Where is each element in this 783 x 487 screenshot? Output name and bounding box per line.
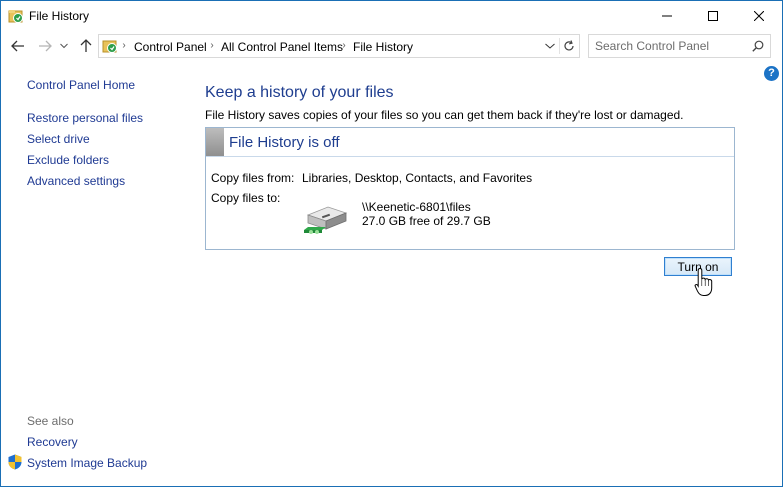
help-icon[interactable]: ?	[764, 66, 779, 81]
address-dropdown-button[interactable]	[543, 38, 557, 54]
forward-arrow-icon	[39, 40, 52, 52]
minimize-button[interactable]	[644, 1, 690, 31]
up-button[interactable]	[76, 36, 96, 56]
shield-icon	[8, 454, 22, 470]
select-drive-link[interactable]: Select drive	[27, 132, 90, 146]
main-content: Keep a history of your files File Histor…	[205, 61, 765, 486]
back-arrow-icon	[11, 40, 24, 52]
status-header: File History is off	[206, 128, 734, 157]
control-panel-home-link[interactable]: Control Panel Home	[27, 78, 135, 92]
status-panel: File History is off Copy files from: Lib…	[205, 127, 735, 250]
address-bar[interactable]: › Control Panel › All Control Panel Item…	[98, 34, 580, 58]
page-title: Keep a history of your files	[205, 84, 394, 101]
back-button[interactable]	[8, 36, 28, 56]
close-button[interactable]	[736, 1, 782, 31]
drive-space: 27.0 GB free of 29.7 GB	[362, 214, 491, 228]
restore-personal-files-link[interactable]: Restore personal files	[27, 111, 143, 125]
page-description: File History saves copies of your files …	[205, 108, 684, 122]
search-input[interactable]	[589, 35, 745, 57]
title-bar: File History	[1, 1, 782, 31]
up-arrow-icon	[80, 39, 92, 52]
advanced-settings-link[interactable]: Advanced settings	[27, 174, 125, 188]
forward-button[interactable]	[35, 36, 55, 56]
status-title: File History is off	[229, 134, 340, 151]
copy-to-label: Copy files to:	[211, 191, 281, 205]
search-box[interactable]	[588, 34, 771, 58]
breadcrumb-all-items[interactable]: All Control Panel Items	[221, 40, 343, 54]
navigation-bar: › Control Panel › All Control Panel Item…	[1, 31, 782, 61]
network-drive-icon	[304, 206, 348, 234]
copy-from-label: Copy files from:	[211, 171, 295, 185]
see-also-label: See also	[27, 414, 74, 428]
maximize-button[interactable]	[690, 1, 736, 31]
system-image-backup-link[interactable]: System Image Backup	[27, 456, 147, 470]
chevron-down-icon	[545, 43, 555, 49]
file-history-window: File History › Control Panel › All Contr…	[0, 0, 783, 487]
window-title: File History	[29, 9, 90, 23]
breadcrumb-separator-icon: ›	[342, 40, 346, 51]
breadcrumb-separator-icon: ›	[122, 40, 126, 51]
maximize-icon	[708, 11, 718, 21]
breadcrumb-control-panel[interactable]: Control Panel	[134, 40, 207, 54]
exclude-folders-link[interactable]: Exclude folders	[27, 153, 109, 167]
left-navigation-pane: Control Panel Home Restore personal file…	[1, 61, 196, 486]
breadcrumb-file-history[interactable]: File History	[353, 40, 413, 54]
copy-from-value: Libraries, Desktop, Contacts, and Favori…	[302, 171, 533, 185]
chevron-down-icon	[60, 43, 68, 49]
close-icon	[754, 11, 764, 21]
control-panel-icon	[102, 40, 117, 53]
refresh-icon	[564, 40, 574, 51]
breadcrumb-separator-icon: ›	[210, 40, 214, 51]
file-history-icon	[8, 10, 23, 23]
minimize-icon	[662, 15, 672, 17]
recovery-link[interactable]: Recovery	[27, 435, 78, 449]
status-indicator	[206, 128, 224, 156]
drive-path: \\Keenetic-6801\files	[362, 200, 471, 214]
refresh-button[interactable]	[559, 38, 578, 54]
search-icon	[752, 40, 764, 52]
hand-cursor-icon	[694, 267, 713, 296]
search-button[interactable]	[750, 38, 766, 54]
recent-locations-button[interactable]	[58, 36, 70, 56]
